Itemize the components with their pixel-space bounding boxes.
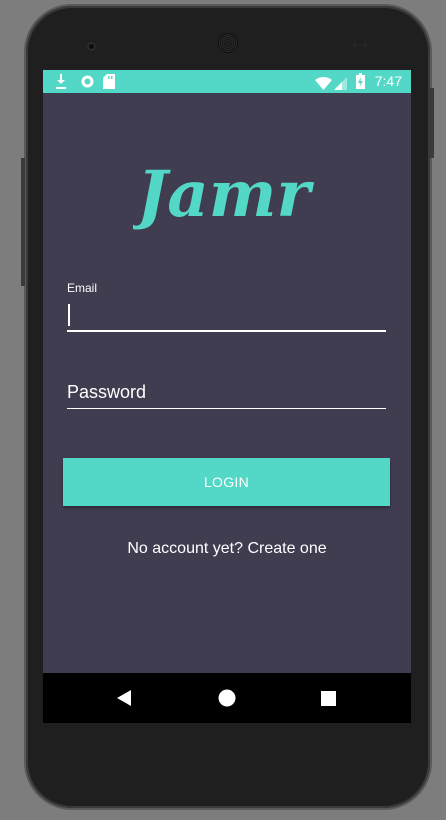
password-field[interactable]: Password — [67, 378, 386, 409]
password-placeholder: Password — [67, 382, 147, 402]
earpiece-speaker — [218, 33, 238, 53]
recents-icon — [321, 691, 336, 706]
recents-button[interactable] — [298, 673, 358, 723]
home-icon — [218, 689, 236, 707]
download-icon — [55, 74, 67, 93]
text-cursor — [68, 304, 70, 326]
app-logo: Jamr — [126, 148, 323, 248]
status-time: 7:47 — [374, 73, 402, 89]
navigation-bar — [43, 673, 411, 723]
back-button[interactable] — [95, 673, 155, 723]
signal-icon — [334, 75, 347, 94]
sd-card-icon — [103, 74, 115, 93]
front-camera — [87, 42, 96, 51]
email-label: Email — [67, 281, 98, 295]
email-field[interactable] — [67, 302, 386, 332]
login-button[interactable]: LOGIN — [63, 458, 390, 506]
proximity-sensors — [353, 43, 367, 47]
back-icon — [117, 690, 131, 706]
create-account-link[interactable]: No account yet? Create one — [43, 540, 411, 558]
battery-icon — [356, 73, 365, 93]
logo-text: Jamr — [133, 157, 314, 232]
wifi-icon — [315, 75, 332, 94]
home-button[interactable] — [197, 673, 257, 723]
status-bar: 7:47 — [43, 70, 411, 93]
sync-icon — [80, 74, 95, 93]
app-screen: 7:47 Jamr Email Password LOGIN No accoun… — [43, 70, 411, 723]
power-button — [430, 88, 434, 158]
volume-button — [21, 158, 25, 286]
